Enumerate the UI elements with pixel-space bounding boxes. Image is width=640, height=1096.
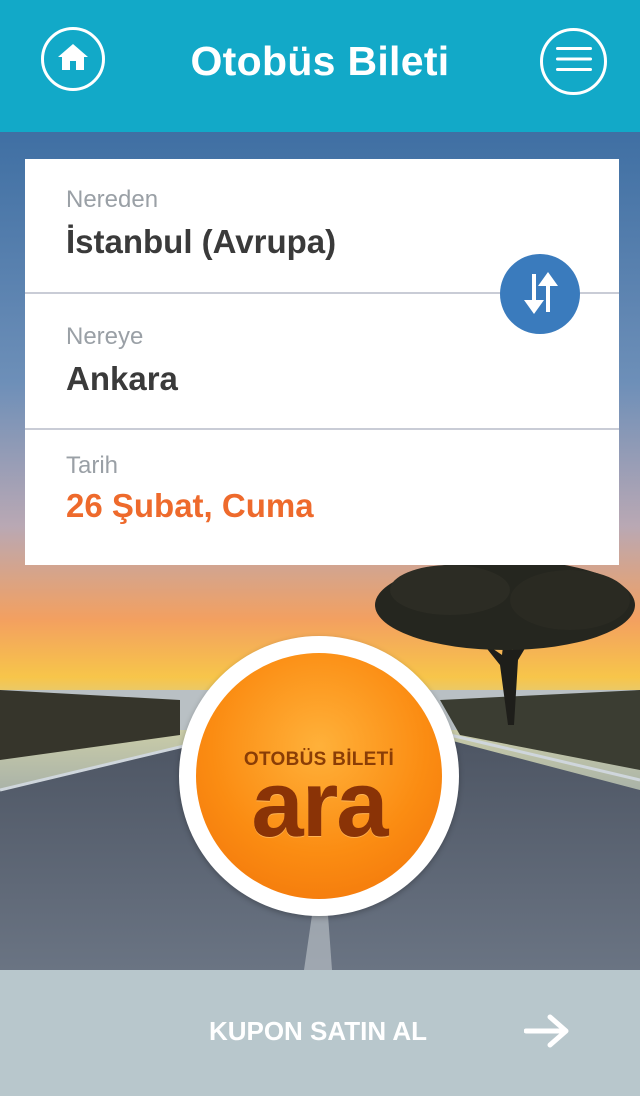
- search-button-face: OTOBÜS BİLETİ ara: [196, 653, 442, 899]
- to-value: Ankara: [66, 360, 178, 397]
- date-label: Tarih: [66, 452, 119, 479]
- search-button-label: ara: [251, 751, 388, 856]
- swap-locations-button[interactable]: [500, 254, 580, 334]
- date-field[interactable]: Tarih 26 Şubat, Cuma: [25, 430, 619, 565]
- from-value: İstanbul (Avrupa): [66, 223, 337, 260]
- arrow-right-icon: [523, 1014, 570, 1053]
- from-label: Nereden: [66, 186, 159, 213]
- coupon-footer-button[interactable]: KUPON SATIN AL: [0, 970, 640, 1096]
- hamburger-menu-icon: [555, 46, 592, 77]
- date-value: 26 Şubat, Cuma: [66, 487, 314, 524]
- search-form-card: Nereden İstanbul (Avrupa) Nereye Ankara …: [25, 159, 619, 565]
- to-label: Nereye: [66, 323, 144, 350]
- menu-button[interactable]: [540, 28, 607, 95]
- app-header: Otobüs Bileti: [0, 0, 640, 132]
- search-bus-ticket-button[interactable]: OTOBÜS BİLETİ ara: [179, 636, 459, 916]
- swap-arrows-icon: [518, 268, 562, 321]
